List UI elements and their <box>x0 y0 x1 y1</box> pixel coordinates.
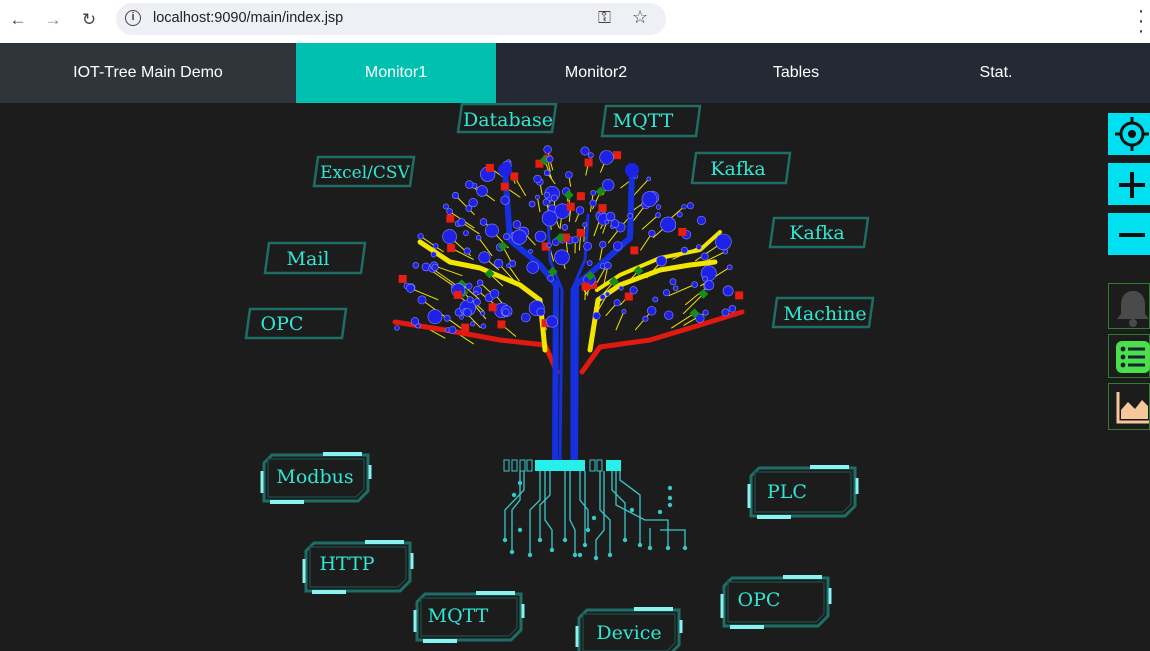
label-opc-right[interactable]: OPC <box>738 589 781 611</box>
label-machine[interactable]: Machine <box>771 296 875 329</box>
tab-monitor1[interactable]: Monitor1 <box>296 43 496 103</box>
monitor-canvas[interactable]: Database MQTT Excel/CSV Kafka Kafka Mail… <box>0 103 1150 651</box>
tab-tables[interactable]: Tables <box>696 43 896 103</box>
svg-text:HTTP: HTTP <box>319 553 374 575</box>
svg-text:Kafka: Kafka <box>710 158 765 180</box>
bell-icon[interactable] <box>1108 283 1150 329</box>
tab-stat[interactable]: Stat. <box>896 43 1096 103</box>
label-kafka-2[interactable]: Kafka <box>768 216 870 249</box>
label-mqtt-top[interactable]: MQTT <box>600 104 702 138</box>
svg-text:Excel/CSV: Excel/CSV <box>320 163 410 183</box>
svg-text:Mail: Mail <box>287 248 330 270</box>
label-database[interactable]: Database <box>456 103 558 134</box>
zoom-in-icon[interactable] <box>1108 163 1150 205</box>
label-http[interactable]: HTTP <box>319 553 374 575</box>
iot-tree-diagram: Database MQTT Excel/CSV Kafka Kafka Mail… <box>244 103 875 651</box>
label-mail[interactable]: Mail <box>263 241 367 275</box>
label-plc[interactable]: PLC <box>767 481 807 503</box>
address-bar[interactable]: i localhost:9090/main/index.jsp ⚿ ☆ <box>116 3 666 35</box>
area-chart-icon[interactable] <box>1108 383 1150 430</box>
svg-text:Database: Database <box>463 109 553 131</box>
brand-title[interactable]: IOT-Tree Main Demo <box>0 43 296 103</box>
svg-text:OPC: OPC <box>738 589 781 611</box>
svg-text:Kafka: Kafka <box>789 222 844 244</box>
label-kafka-1[interactable]: Kafka <box>690 151 792 185</box>
svg-text:OPC: OPC <box>261 313 304 335</box>
tab-monitor2[interactable]: Monitor2 <box>496 43 696 103</box>
browser-toolbar: ← → ↻ i localhost:9090/main/index.jsp ⚿ … <box>0 0 1150 44</box>
svg-text:MQTT: MQTT <box>428 605 489 627</box>
circuit-roots <box>502 471 688 561</box>
svg-text:MQTT: MQTT <box>613 110 674 132</box>
info-icon[interactable]: i <box>125 10 141 26</box>
star-icon[interactable]: ☆ <box>632 7 648 28</box>
label-mqtt-bottom[interactable]: MQTT <box>428 605 489 627</box>
reload-icon[interactable]: ↻ <box>77 8 101 32</box>
label-modbus[interactable]: Modbus <box>276 466 353 488</box>
zoom-out-icon[interactable] <box>1108 213 1150 255</box>
connector-bar <box>503 459 621 472</box>
arrow-right-icon[interactable]: → <box>41 8 65 32</box>
arrow-left-icon[interactable]: ← <box>6 8 30 32</box>
svg-text:Device: Device <box>596 622 661 644</box>
label-device[interactable]: Device <box>596 622 661 644</box>
label-opc-left[interactable]: OPC <box>244 307 348 340</box>
label-excel-csv[interactable]: Excel/CSV <box>312 155 416 188</box>
svg-text:Machine: Machine <box>783 303 866 325</box>
svg-text:Modbus: Modbus <box>276 466 353 488</box>
svg-text:PLC: PLC <box>767 481 807 503</box>
locate-icon[interactable] <box>1108 113 1150 155</box>
list-icon[interactable] <box>1108 334 1150 378</box>
kebab-menu-icon[interactable]: · · · <box>1134 1 1148 41</box>
key-icon[interactable]: ⚿ <box>598 8 611 28</box>
app-nav: IOT-Tree Main Demo Monitor1 Monitor2 Tab… <box>0 43 1150 103</box>
url-text[interactable]: localhost:9090/main/index.jsp <box>153 10 343 26</box>
leaf-nodes <box>394 145 744 334</box>
